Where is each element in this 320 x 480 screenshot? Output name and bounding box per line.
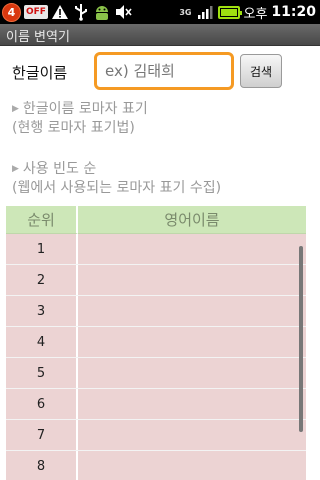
- table-header: 순위 영어이름: [6, 206, 306, 234]
- rank-cell: 2: [6, 265, 78, 295]
- option-subtitle: (웹에서 사용되는 로마자 표기 수집): [12, 180, 222, 196]
- triangle-right-icon: ▶: [12, 164, 19, 174]
- english-name-cell: [78, 420, 306, 450]
- english-name-cell: [78, 296, 306, 326]
- table-row[interactable]: 6: [6, 389, 306, 420]
- app-title-bar: 이름 변역기: [0, 24, 320, 46]
- results-table: 순위 영어이름 12345678: [6, 206, 306, 480]
- table-row[interactable]: 7: [6, 420, 306, 451]
- table-row[interactable]: 2: [6, 265, 306, 296]
- notification-badge[interactable]: 4: [2, 2, 21, 22]
- option-title: 사용 빈도 순: [22, 161, 97, 177]
- english-name-cell: [78, 451, 306, 480]
- mute-icon: [114, 3, 132, 21]
- korean-name-label: 한글이름: [12, 64, 68, 82]
- status-bar: 4 OFF 3G 오후 11:20: [0, 0, 320, 24]
- table-row[interactable]: 3: [6, 296, 306, 327]
- english-name-cell: [78, 327, 306, 357]
- option-frequency[interactable]: ▶ 사용 빈도 순 (웹에서 사용되는 로마자 표기 수집): [12, 160, 221, 198]
- rank-cell: 5: [6, 358, 78, 388]
- battery-icon: [217, 5, 242, 19]
- option-title: 한글이름 로마자 표기: [22, 101, 148, 117]
- english-name-cell: [78, 358, 306, 388]
- english-name-column-header: 영어이름: [78, 206, 306, 234]
- signal-icon: [196, 3, 214, 21]
- rank-column-header: 순위: [6, 206, 78, 234]
- android-debug-icon: [93, 3, 111, 21]
- network-type-label: 3G: [179, 7, 192, 17]
- table-row[interactable]: 1: [6, 234, 306, 265]
- battery-level: [220, 8, 237, 16]
- usb-icon: [72, 3, 90, 21]
- rank-cell: 8: [6, 451, 78, 480]
- table-row[interactable]: 5: [6, 358, 306, 389]
- english-name-cell: [78, 265, 306, 295]
- clock-time: 11:20: [271, 4, 316, 20]
- rank-cell: 1: [6, 234, 78, 264]
- korean-name-input[interactable]: [94, 52, 234, 90]
- rank-cell: 7: [6, 420, 78, 450]
- rank-cell: 4: [6, 327, 78, 357]
- app-title: 이름 변역기: [6, 30, 70, 45]
- search-button[interactable]: 검색: [240, 54, 282, 88]
- clock-ampm: 오후: [243, 6, 268, 22]
- table-body: 12345678: [6, 234, 306, 480]
- off-indicator: OFF: [24, 5, 48, 19]
- warning-icon: [51, 3, 69, 21]
- english-name-cell: [78, 234, 306, 264]
- triangle-right-icon: ▶: [12, 104, 19, 114]
- table-row[interactable]: 8: [6, 451, 306, 480]
- english-name-cell: [78, 389, 306, 419]
- option-subtitle: (현행 로마자 표기법): [12, 120, 135, 136]
- option-romanization[interactable]: ▶ 한글이름 로마자 표기 (현행 로마자 표기법): [12, 100, 148, 138]
- table-row[interactable]: 4: [6, 327, 306, 358]
- table-scrollbar[interactable]: [299, 246, 303, 432]
- rank-cell: 6: [6, 389, 78, 419]
- main-content: 한글이름 검색 ▶한글이름 로마자 표기 (현행 로마자 표기법) ▶사용 빈도…: [0, 46, 320, 480]
- rank-cell: 3: [6, 296, 78, 326]
